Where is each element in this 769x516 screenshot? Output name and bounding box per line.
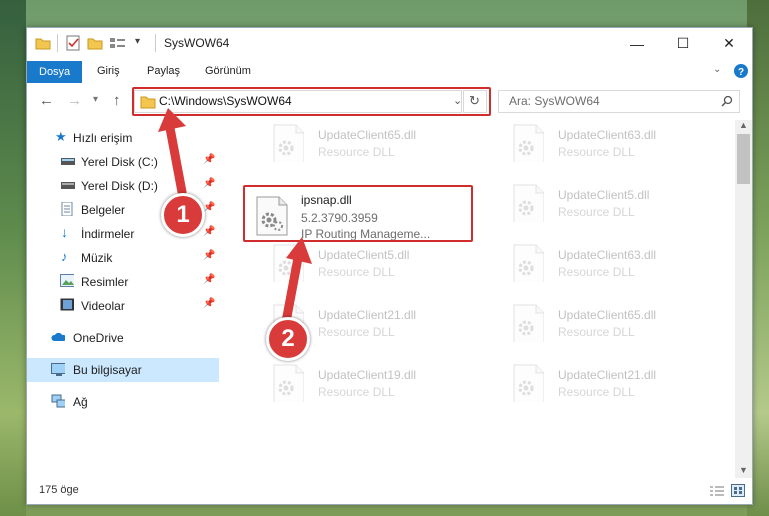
arrow-2-head bbox=[286, 237, 312, 264]
arrow-2 bbox=[281, 253, 303, 327]
arrow-1 bbox=[165, 123, 187, 197]
step-2-badge: 2 bbox=[266, 317, 310, 361]
step-1-badge: 1 bbox=[161, 193, 205, 237]
annotation-arrows bbox=[158, 108, 312, 327]
arrow-1-head bbox=[158, 108, 186, 132]
